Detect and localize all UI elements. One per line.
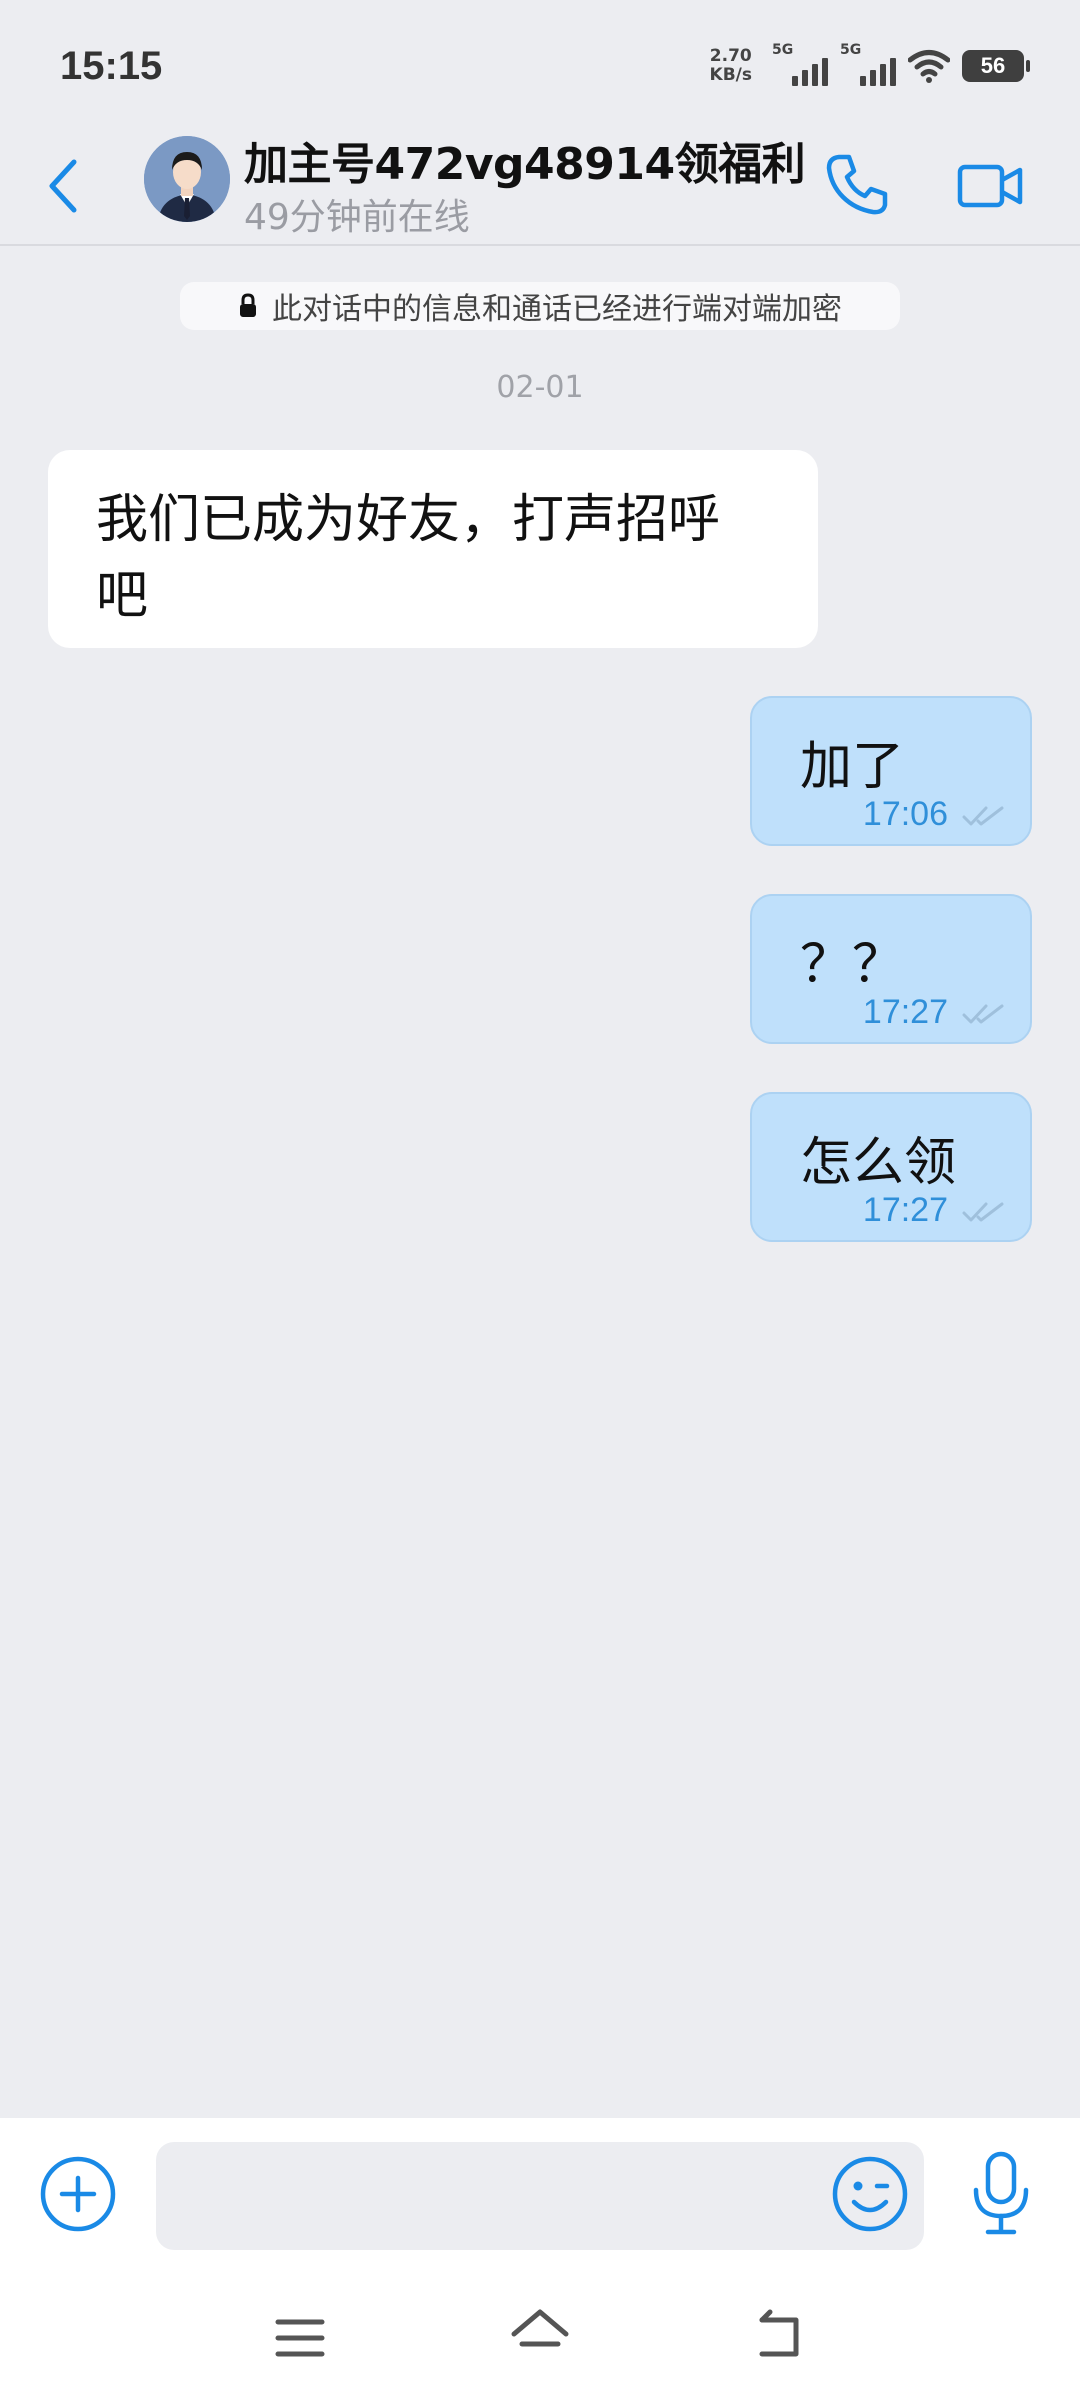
voice-call-button[interactable] <box>818 144 898 224</box>
emoji-button[interactable] <box>830 2154 910 2234</box>
message-text: 加了 <box>800 737 905 797</box>
chat-header: 加主号472vg48914领福利 49分钟前在线 <box>0 126 1080 246</box>
network-speed: 2.70 KB/s <box>710 47 752 85</box>
battery-icon: 56 <box>962 50 1030 82</box>
encryption-notice-text: 此对话中的信息和通话已经进行端对端加密 <box>272 292 842 327</box>
signal-sim2-icon: 5G <box>840 42 896 86</box>
double-check-icon <box>962 1202 1004 1222</box>
status-time: 15:15 <box>60 44 163 88</box>
signal-sim1-icon: 5G <box>772 42 828 86</box>
voice-message-button[interactable] <box>968 2150 1034 2238</box>
system-back-button[interactable] <box>750 2306 810 2366</box>
message-input[interactable] <box>156 2142 924 2250</box>
lock-icon <box>240 293 256 317</box>
home-icon <box>511 2309 569 2347</box>
home-button[interactable] <box>508 2304 572 2368</box>
outgoing-message-bubble[interactable]: 怎么领 17:27 <box>750 1092 1032 1242</box>
incoming-message-bubble[interactable]: 我们已成为好友，打声招呼吧 <box>48 450 818 648</box>
phone-icon <box>826 154 888 215</box>
battery-level: 56 <box>980 53 1006 78</box>
attach-button[interactable] <box>38 2154 118 2234</box>
encryption-notice[interactable]: 此对话中的信息和通话已经进行端对端加密 <box>180 282 900 330</box>
status-indicators: 2.70 KB/s 5G 5G 56 <box>710 42 1030 90</box>
date-divider: 02-01 <box>496 370 584 405</box>
wifi-icon <box>908 50 950 83</box>
message-time: 17:27 <box>862 993 948 1031</box>
sim1-network-type: 5G <box>772 42 794 58</box>
double-check-icon <box>962 806 1004 826</box>
microphone-icon <box>973 2151 1029 2235</box>
double-check-icon <box>962 1004 1004 1024</box>
status-bar: 15:15 2.70 KB/s 5G 5G 56 <box>0 0 1080 126</box>
back-button[interactable] <box>38 146 88 226</box>
person-avatar-icon <box>144 136 230 222</box>
network-speed-unit: KB/s <box>709 65 752 85</box>
network-speed-value: 2.70 <box>709 46 752 66</box>
system-navigation-bar <box>0 2278 1080 2400</box>
smiley-icon <box>832 2156 908 2232</box>
video-camera-icon <box>957 164 1023 208</box>
last-seen-status: 49分钟前在线 <box>244 197 470 238</box>
plus-circle-icon <box>40 2156 116 2232</box>
outgoing-message-bubble[interactable]: ？？ 17:27 <box>750 894 1032 1044</box>
message-text: ？？ <box>800 935 905 995</box>
menu-icon <box>275 2319 325 2357</box>
recent-apps-button[interactable] <box>270 2308 330 2368</box>
avatar[interactable] <box>144 136 230 222</box>
message-time: 17:27 <box>862 1191 948 1229</box>
message-text: 我们已成为好友，打声招呼吧 <box>96 490 721 626</box>
contact-name[interactable]: 加主号472vg48914领福利 <box>244 128 806 192</box>
message-input-bar <box>0 2118 1080 2278</box>
message-text: 怎么领 <box>800 1133 957 1193</box>
message-time: 17:06 <box>862 795 948 833</box>
chevron-left-icon <box>49 159 77 213</box>
video-call-button[interactable] <box>950 146 1030 226</box>
outgoing-message-bubble[interactable]: 加了 17:06 <box>750 696 1032 846</box>
return-icon <box>759 2309 799 2357</box>
sim2-network-type: 5G <box>840 42 862 58</box>
